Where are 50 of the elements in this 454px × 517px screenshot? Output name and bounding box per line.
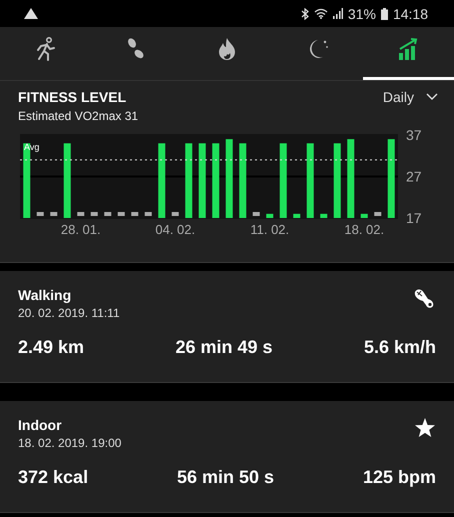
no-data-marker [77, 212, 84, 216]
y-tick-label: 27 [406, 168, 422, 184]
signal-icon [332, 8, 343, 19]
no-data-marker [131, 212, 138, 216]
no-data-marker [90, 212, 98, 216]
activity-card[interactable]: Walking 20. 02. 2019. 11:11 2.49 km 26 min 49 s 5.6 km/h [0, 271, 454, 383]
x-tick-label: 04. 02. [155, 222, 196, 237]
wifi-icon [314, 8, 328, 19]
x-tick-label: 28. 01. [60, 222, 101, 237]
no-data-marker [118, 212, 125, 216]
no-data-marker [36, 212, 44, 216]
no-data-marker [144, 212, 152, 216]
stat-value: 26 min 49 s [175, 337, 273, 358]
shoe-sole-icon [412, 287, 436, 311]
stat-value: 125 bpm [362, 467, 436, 488]
no-data-marker [374, 212, 382, 216]
bluetooth-icon [300, 8, 309, 20]
fitness-title: FITNESS LEVEL [18, 89, 128, 105]
battery-percent: 31% [348, 6, 376, 22]
runner-icon [34, 37, 56, 61]
y-tick-label: 37 [406, 128, 422, 143]
chevron-icon [426, 93, 438, 101]
stat-value: 5.6 km/h [364, 337, 436, 358]
flame-icon [216, 37, 237, 61]
no-data-marker [252, 212, 260, 216]
notification-icon [24, 8, 38, 19]
bar [360, 214, 368, 218]
stat-value: 2.49 km [18, 337, 84, 358]
x-tick-label: 18. 02. [344, 222, 384, 237]
bar [293, 214, 300, 218]
battery-icon [380, 8, 388, 20]
no-data-marker [104, 212, 112, 216]
period-dropdown[interactable]: Daily [382, 89, 438, 105]
activity-card[interactable]: Indoor 18. 02. 2019. 19:00 372 kcal 56 min 50 s 125 bpm [0, 401, 454, 513]
bar [320, 214, 328, 218]
rising-bars-icon [398, 37, 420, 61]
clock: 14:18 [392, 6, 428, 22]
y-tick-label: 17 [406, 210, 422, 226]
activity-title: Indoor [18, 417, 63, 433]
x-tick-label: 11. 02. [250, 222, 290, 237]
activity-date: 18. 02. 2019. 19:00 [18, 436, 122, 450]
no-data-marker [172, 212, 179, 216]
stat-value: 56 min 50 s [176, 467, 274, 488]
activity-date: 20. 02. 2019. 11:11 [18, 306, 120, 320]
star-icon [414, 417, 436, 439]
activity-title: Walking [18, 287, 72, 303]
fitness-subtitle: Estimated VO2max 31 [18, 109, 138, 123]
bar [266, 214, 274, 218]
stat-value: 372 kcal [18, 467, 88, 488]
no-data-marker [50, 212, 58, 216]
